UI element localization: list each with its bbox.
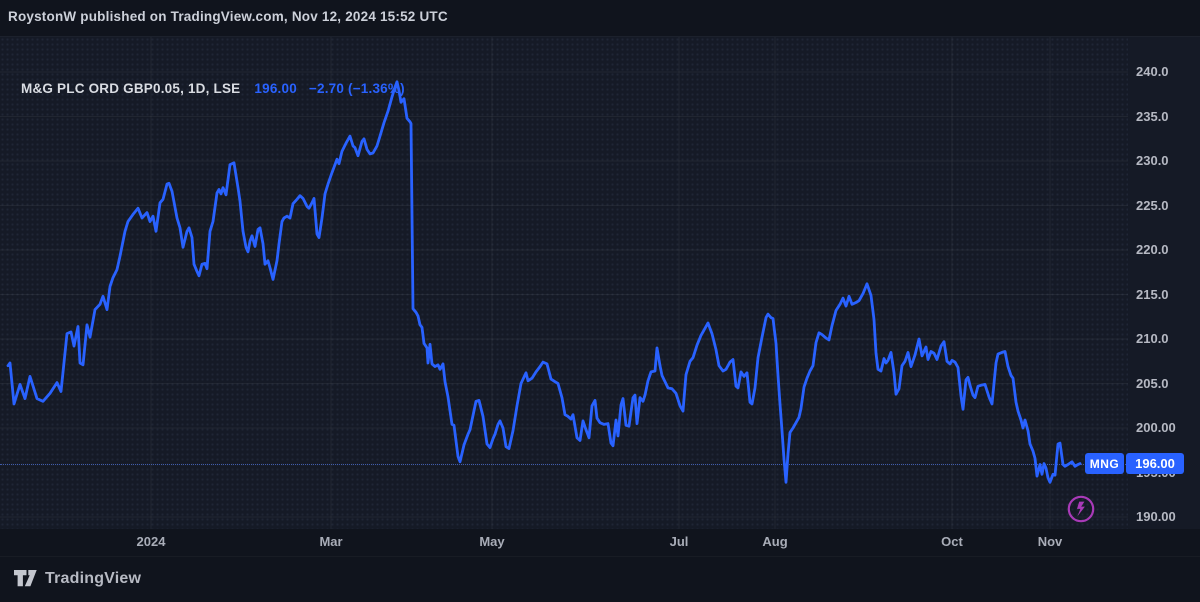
y-tick-label: 205.0 <box>1136 375 1169 393</box>
tradingview-logo-link[interactable]: TradingView <box>13 569 141 588</box>
series-layer <box>0 37 1200 529</box>
y-tick-label: 215.0 <box>1136 286 1169 304</box>
x-tick-label: May <box>479 534 504 550</box>
symbol-title: M&G PLC ORD GBP0.05, 1D, LSE <box>21 81 240 96</box>
x-tick-label: Oct <box>941 534 963 550</box>
symbol-header: M&G PLC ORD GBP0.05, 1D, LSE 196.00 −2.70 … <box>21 81 405 99</box>
x-tick-label: Jul <box>670 534 689 550</box>
lightning-bolt-icon <box>1077 501 1085 516</box>
y-tick-label: 220.0 <box>1136 241 1169 259</box>
footer-bar: TradingView <box>0 556 1200 602</box>
attribution-text: RoystonW published on TradingView.com, N… <box>8 9 448 24</box>
y-tick-label: 225.0 <box>1136 197 1169 215</box>
x-tick-label: 2024 <box>137 534 166 550</box>
y-tick-label: 230.0 <box>1136 152 1169 170</box>
ticker-badge: MNG <box>1085 453 1124 474</box>
x-tick-label: Mar <box>319 534 342 550</box>
price-line-series <box>8 82 1080 483</box>
x-tick-label: Nov <box>1038 534 1063 550</box>
last-price-value: 196.00 <box>254 81 297 96</box>
y-tick-label: 235.0 <box>1136 108 1169 126</box>
attribution-bar: RoystonW published on TradingView.com, N… <box>0 0 1200 36</box>
flash-idea-button[interactable] <box>1066 494 1096 524</box>
x-tick-label: Aug <box>762 534 787 550</box>
y-tick-label: 240.0 <box>1136 63 1169 81</box>
chart-surface[interactable]: M&G PLC ORD GBP0.05, 1D, LSE 196.00 −2.70 … <box>0 36 1200 529</box>
tradingview-logo-text: TradingView <box>45 570 141 588</box>
y-tick-label: 200.00 <box>1136 419 1176 437</box>
price-change-value: −2.70 (−1.36%) <box>309 81 405 96</box>
tradingview-logo-icon <box>13 569 38 588</box>
price-axis-badge: 196.00 <box>1126 453 1184 474</box>
y-tick-label: 210.0 <box>1136 330 1169 348</box>
y-tick-label: 190.00 <box>1136 508 1176 526</box>
